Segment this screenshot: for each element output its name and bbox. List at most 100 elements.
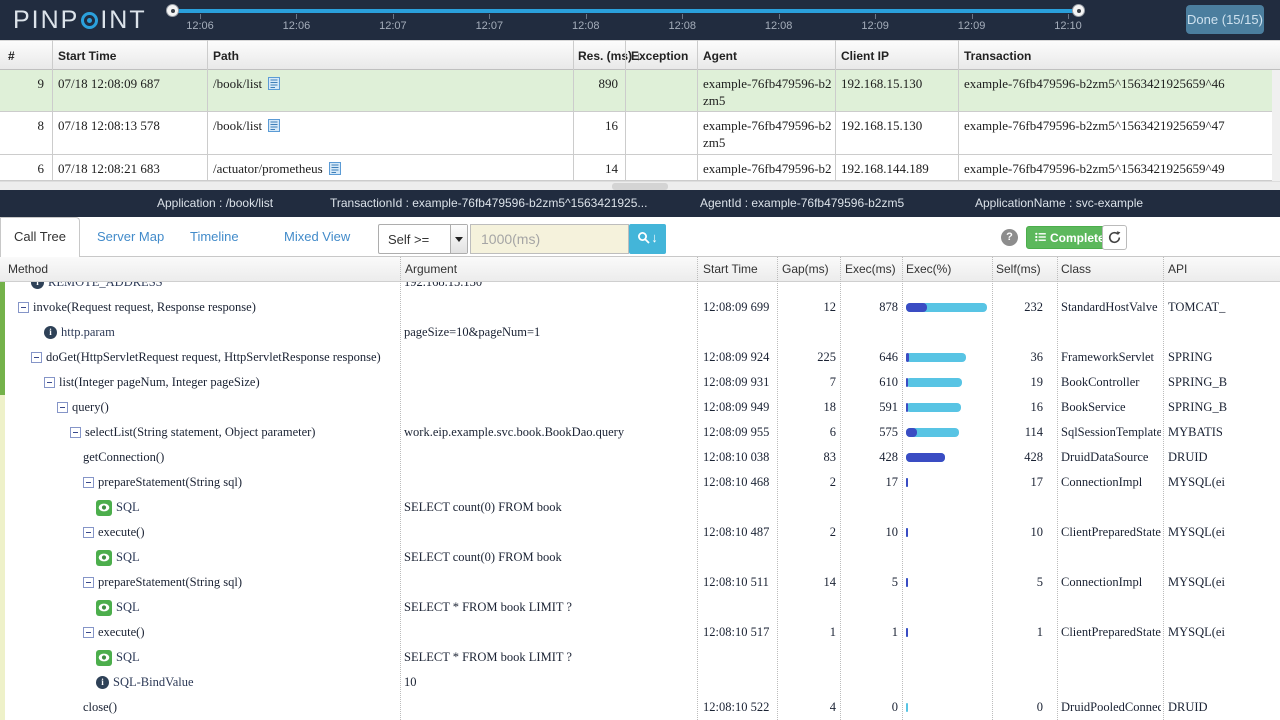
ct-col-argument[interactable]: Argument (405, 262, 457, 276)
help-icon[interactable]: ? (1001, 229, 1018, 246)
document-icon[interactable] (268, 77, 280, 94)
vertical-scrollbar[interactable] (1272, 70, 1280, 181)
col-header-start-time[interactable]: Start Time (58, 49, 116, 63)
exec-bar-total (906, 378, 962, 387)
col-header-num[interactable]: # (8, 49, 15, 63)
start-time-cell: 12:08:10 511 (703, 570, 775, 595)
ct-col-gap[interactable]: Gap(ms) (782, 262, 829, 276)
ct-col-class[interactable]: Class (1061, 262, 1091, 276)
call-tree-row[interactable]: ihttp.parampageSize=10&pageNum=1 (0, 320, 1280, 345)
tab-server-map[interactable]: Server Map (97, 229, 164, 244)
argument-cell: SELECT count(0) FROM book (404, 545, 692, 570)
tx-start-time: 07/18 12:08:13 578 (58, 117, 160, 134)
call-tree-row[interactable]: prepareStatement(String sql) 12:08:10 511… (0, 570, 1280, 595)
tick-label: 12:08 (668, 20, 696, 32)
call-tree-row[interactable]: SQLSELECT count(0) FROM book (0, 545, 1280, 570)
done-button[interactable]: Done (15/15) (1186, 5, 1264, 34)
ct-col-self[interactable]: Self(ms) (996, 262, 1041, 276)
row-group-indicator-yellow (0, 395, 5, 720)
collapse-expander-icon[interactable] (18, 302, 29, 313)
collapse-expander-icon[interactable] (57, 402, 68, 413)
gap-ms-cell: 4 (779, 695, 836, 720)
tx-path: /book/list (213, 117, 280, 136)
filter-operator-select[interactable]: Self >= (378, 224, 468, 254)
refresh-icon[interactable] (1102, 225, 1127, 250)
filter-threshold-input[interactable] (470, 224, 629, 254)
collapse-expander-icon[interactable] (83, 527, 94, 538)
sql-eye-icon[interactable] (96, 550, 112, 566)
call-tree-row[interactable]: SQLSELECT * FROM book LIMIT ? (0, 595, 1280, 620)
method-cell: prepareStatement(String sql) (83, 570, 242, 595)
exec-bar-self (906, 428, 917, 437)
call-tree-row[interactable]: list(Integer pageNum, Integer pageSize)1… (0, 370, 1280, 395)
chevron-down-icon[interactable] (450, 225, 467, 253)
tick-mark (972, 14, 973, 19)
pinpoint-logo[interactable]: PINPINT (13, 6, 147, 35)
ct-col-exec[interactable]: Exec(ms) (845, 262, 896, 276)
call-tree-row[interactable]: getConnection()12:08:10 03883428428Druid… (0, 445, 1280, 470)
call-tree-row[interactable]: prepareStatement(String sql)12:08:10 468… (0, 470, 1280, 495)
start-time-cell: 12:08:10 522 (703, 695, 775, 720)
call-tree-row[interactable]: query()12:08:09 9491859116BookServiceSPR… (0, 395, 1280, 420)
api-cell: TOMCAT_ (1168, 295, 1278, 320)
complete-button[interactable]: Complete (1026, 226, 1114, 249)
slider-track[interactable] (172, 9, 1078, 13)
collapse-expander-icon[interactable] (83, 627, 94, 638)
sql-eye-icon[interactable] (96, 650, 112, 666)
sql-eye-icon[interactable] (96, 500, 112, 516)
col-header-path[interactable]: Path (213, 49, 239, 63)
document-icon[interactable] (329, 162, 341, 179)
tx-agent: example-76fb479596-b2zm5 (703, 75, 833, 109)
collapse-expander-icon[interactable] (31, 352, 42, 363)
row-group-indicator-green (0, 282, 5, 395)
method-cell: SQL (96, 495, 140, 520)
document-icon[interactable] (268, 119, 280, 136)
collapse-expander-icon[interactable] (83, 577, 94, 588)
call-tree-row[interactable]: close()12:08:10 522400DruidPooledConnect… (0, 695, 1280, 720)
search-icon (637, 233, 651, 248)
call-tree-row[interactable]: execute()12:08:10 48721010ClientPrepared… (0, 520, 1280, 545)
call-tree-row[interactable]: execute()12:08:10 517111ClientPreparedSt… (0, 620, 1280, 645)
call-tree-row[interactable]: selectList(String statement, Object para… (0, 420, 1280, 445)
horizontal-scrollbar[interactable] (0, 181, 1280, 190)
self-ms-cell: 114 (994, 420, 1043, 445)
call-tree-row[interactable]: iSQL-BindValue10 (0, 670, 1280, 695)
logo-text-left: PINP (13, 6, 79, 34)
call-tree-row[interactable]: SQLSELECT count(0) FROM book (0, 495, 1280, 520)
transaction-row[interactable]: 607/18 12:08:21 683/actuator/prometheus1… (0, 155, 1272, 181)
ct-col-api[interactable]: API (1168, 262, 1187, 276)
tab-call-tree[interactable]: Call Tree (0, 217, 80, 257)
collapse-expander-icon[interactable] (70, 427, 81, 438)
method-cell: close() (83, 695, 117, 720)
ct-col-start-time[interactable]: Start Time (703, 262, 758, 276)
horizontal-scrollbar-thumb[interactable] (612, 183, 668, 190)
column-divider (840, 257, 841, 720)
transaction-row[interactable]: 907/18 12:08:09 687/book/list890example-… (0, 70, 1272, 112)
col-header-exception[interactable]: Exception (631, 49, 688, 63)
call-tree-row[interactable]: invoke(Request request, Response respons… (0, 295, 1280, 320)
col-header-agent[interactable]: Agent (703, 49, 737, 63)
api-cell: DRUID (1168, 695, 1278, 720)
ct-col-method[interactable]: Method (8, 262, 48, 276)
transaction-row[interactable]: 807/18 12:08:13 578/book/list16example-7… (0, 112, 1272, 155)
exec-bar-total (906, 403, 961, 412)
exec-bar-self (906, 353, 909, 362)
sql-eye-icon[interactable] (96, 600, 112, 616)
collapse-expander-icon[interactable] (83, 477, 94, 488)
exec-percent-bar (906, 428, 987, 437)
slider-handle-left[interactable] (166, 4, 179, 17)
collapse-expander-icon[interactable] (44, 377, 55, 388)
call-tree-row[interactable]: SQLSELECT * FROM book LIMIT ? (0, 645, 1280, 670)
search-button[interactable]: ↓ (629, 224, 666, 254)
slider-handle-right[interactable] (1072, 4, 1085, 17)
ct-col-exec-pct[interactable]: Exec(%) (906, 262, 951, 276)
tab-mixed-view[interactable]: Mixed View (284, 229, 350, 244)
self-ms-cell: 19 (994, 370, 1043, 395)
call-tree-row[interactable]: doGet(HttpServletRequest request, HttpSe… (0, 345, 1280, 370)
col-header-transaction[interactable]: Transaction (964, 49, 1031, 63)
tick-mark (1068, 14, 1069, 19)
call-tree-row[interactable]: iREMOTE_ADDRESS192.168.15.130 (0, 282, 1280, 295)
tab-timeline[interactable]: Timeline (190, 229, 239, 244)
method-name: selectList(String statement, Object para… (85, 425, 315, 440)
col-header-client-ip[interactable]: Client IP (841, 49, 889, 63)
